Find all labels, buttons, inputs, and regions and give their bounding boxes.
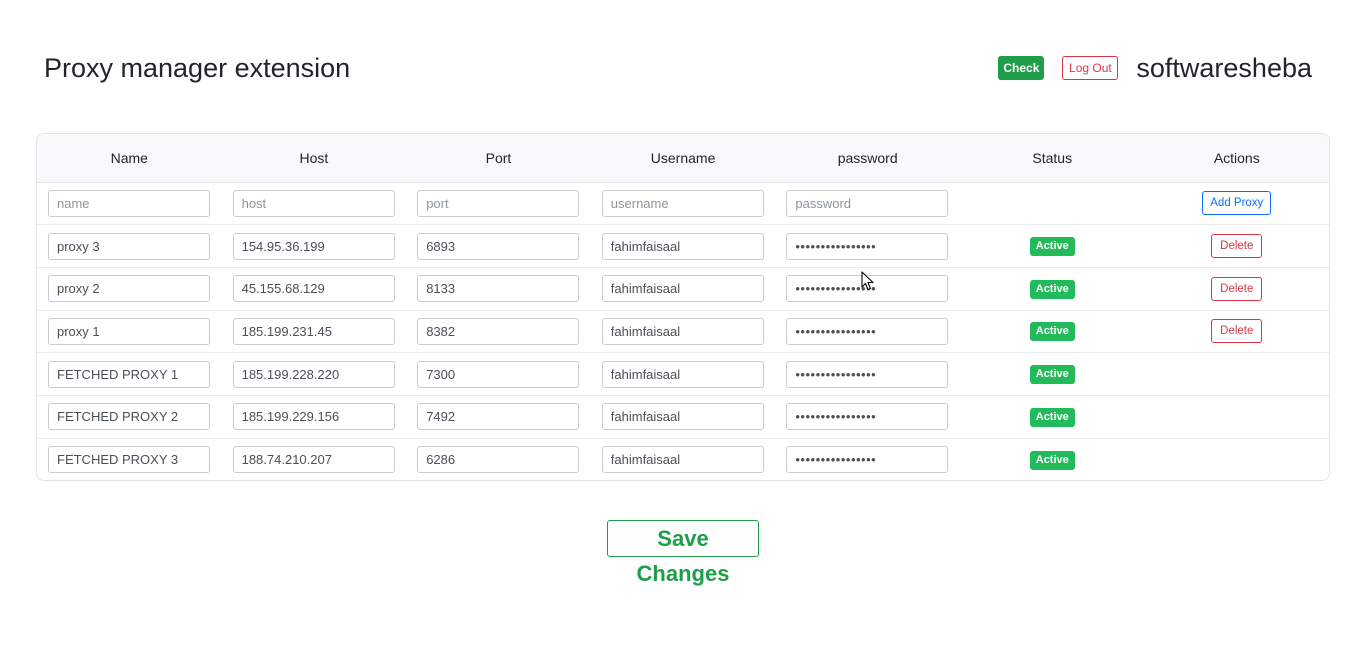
password-input[interactable] [786, 446, 949, 474]
save-changes-button[interactable]: Save Changes [607, 520, 759, 586]
delete-button[interactable]: Delete [1211, 276, 1263, 301]
add-proxy-button[interactable]: Add Proxy [1202, 191, 1272, 216]
table-header-row: Name Host Port Username password Status … [37, 134, 1329, 183]
status-badge: Active [1029, 237, 1075, 257]
column-header-username: Username [590, 134, 776, 183]
status-badge: Active [1029, 407, 1075, 427]
status-badge: Active [1029, 279, 1075, 299]
table-row: Active [37, 395, 1329, 439]
port-input[interactable] [417, 360, 580, 388]
name-input[interactable] [48, 317, 210, 345]
port-input[interactable] [417, 446, 580, 474]
name-input[interactable] [48, 403, 210, 431]
host-input[interactable] [232, 360, 395, 388]
username-input[interactable] [601, 360, 764, 388]
new-host-input[interactable] [232, 189, 395, 217]
port-input[interactable] [417, 317, 580, 345]
new-name-input[interactable] [48, 189, 210, 217]
status-badge: Active [1029, 450, 1075, 470]
column-header-host: Host [221, 134, 407, 183]
table-row: Active [37, 438, 1329, 480]
username-input[interactable] [601, 317, 764, 345]
name-input[interactable] [48, 360, 210, 388]
username-input[interactable] [601, 403, 764, 431]
column-header-status: Status [959, 134, 1145, 183]
host-input[interactable] [232, 446, 395, 474]
password-input[interactable] [786, 317, 949, 345]
page-header: Proxy manager extension Check Log Out so… [44, 50, 1312, 86]
username-input[interactable] [601, 446, 764, 474]
account-username: softwaresheba [1136, 53, 1312, 83]
delete-button[interactable]: Delete [1211, 234, 1263, 259]
password-input[interactable] [786, 232, 949, 260]
table-row: Active Delete [37, 225, 1329, 268]
name-input[interactable] [48, 232, 210, 260]
mouse-cursor-icon [861, 271, 874, 291]
column-header-port: Port [406, 134, 591, 183]
header-actions: Check Log Out softwaresheba [998, 50, 1312, 86]
status-badge: Active [1029, 322, 1075, 342]
new-password-input[interactable] [786, 189, 949, 217]
host-input[interactable] [232, 317, 395, 345]
table-row: Active [37, 353, 1329, 396]
port-input[interactable] [417, 232, 580, 260]
column-header-password: password [775, 134, 960, 183]
new-proxy-row: Add Proxy [37, 182, 1329, 225]
column-header-actions: Actions [1144, 134, 1329, 183]
new-username-input[interactable] [601, 189, 764, 217]
table-row: Active Delete [37, 310, 1329, 353]
host-input[interactable] [232, 403, 395, 431]
proxy-table: Name Host Port Username password Status … [36, 133, 1330, 481]
status-badge: Active [1029, 365, 1075, 385]
delete-button[interactable]: Delete [1211, 319, 1263, 344]
host-input[interactable] [232, 232, 395, 260]
password-input[interactable] [786, 360, 949, 388]
name-input[interactable] [48, 446, 210, 474]
table-row: Active Delete [37, 267, 1329, 311]
password-input[interactable] [786, 403, 949, 431]
port-input[interactable] [417, 275, 580, 303]
name-input[interactable] [48, 275, 210, 303]
logout-button[interactable]: Log Out [1062, 56, 1119, 80]
check-button[interactable]: Check [998, 56, 1045, 80]
page-title: Proxy manager extension [44, 53, 351, 83]
username-input[interactable] [601, 232, 764, 260]
port-input[interactable] [417, 403, 580, 431]
new-port-input[interactable] [417, 189, 580, 217]
column-header-name: Name [37, 134, 222, 183]
host-input[interactable] [232, 275, 395, 303]
username-input[interactable] [601, 275, 764, 303]
